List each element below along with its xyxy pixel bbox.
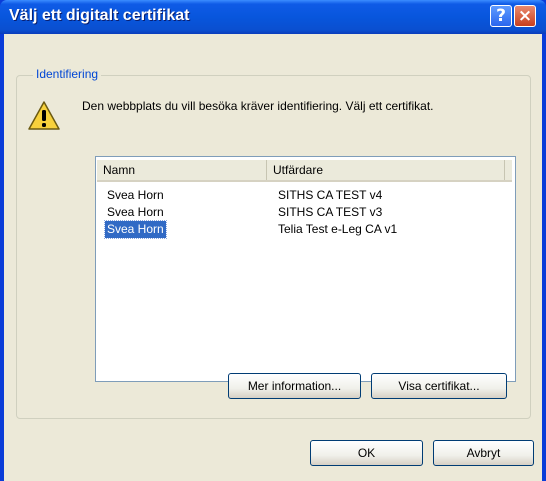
close-button[interactable]: × xyxy=(514,5,536,27)
view-certificate-button[interactable]: Visa certifikat... xyxy=(371,373,507,399)
window-title: Välj ett digitalt certifikat xyxy=(9,7,190,24)
identification-message: Den webbplats du vill besöka kräver iden… xyxy=(82,99,434,113)
certificate-issuer: SITHS CA TEST v3 xyxy=(278,205,383,219)
certificate-name: Svea Horn xyxy=(107,188,164,202)
certificate-issuer: Telia Test e-Leg CA v1 xyxy=(278,222,398,236)
dialog-window: Välj ett digitalt certifikat ? × Identif… xyxy=(0,0,546,481)
ok-button[interactable]: OK xyxy=(310,440,423,466)
warning-icon xyxy=(28,101,60,130)
more-information-button[interactable]: Mer information... xyxy=(228,373,361,399)
certificate-name: Svea Horn xyxy=(107,205,164,219)
help-icon: ? xyxy=(496,6,506,26)
groupbox-label: Identifiering xyxy=(33,67,102,81)
cancel-button[interactable]: Avbryt xyxy=(433,440,534,466)
certificate-row-selected[interactable]: Svea Horn Telia Test e-Leg CA v1 xyxy=(98,220,510,239)
certificate-name: Svea Horn xyxy=(104,220,167,239)
column-header-name[interactable]: Namn xyxy=(97,160,267,180)
certificate-list[interactable]: Namn Utfärdare Svea Horn SITHS CA TEST v… xyxy=(95,156,516,382)
certificate-issuer: SITHS CA TEST v4 xyxy=(278,188,383,202)
title-bar[interactable]: Välj ett digitalt certifikat ? × xyxy=(0,0,546,34)
column-header-issuer[interactable]: Utfärdare xyxy=(267,160,505,180)
close-icon: × xyxy=(517,6,533,26)
help-button[interactable]: ? xyxy=(490,5,512,27)
certificate-row[interactable]: Svea Horn SITHS CA TEST v3 xyxy=(98,204,510,221)
dialog-client-area: Identifiering Den webbplats du vill besö… xyxy=(4,34,542,481)
list-header: Namn Utfärdare xyxy=(97,160,512,182)
certificate-row[interactable]: Svea Horn SITHS CA TEST v4 xyxy=(98,187,510,204)
